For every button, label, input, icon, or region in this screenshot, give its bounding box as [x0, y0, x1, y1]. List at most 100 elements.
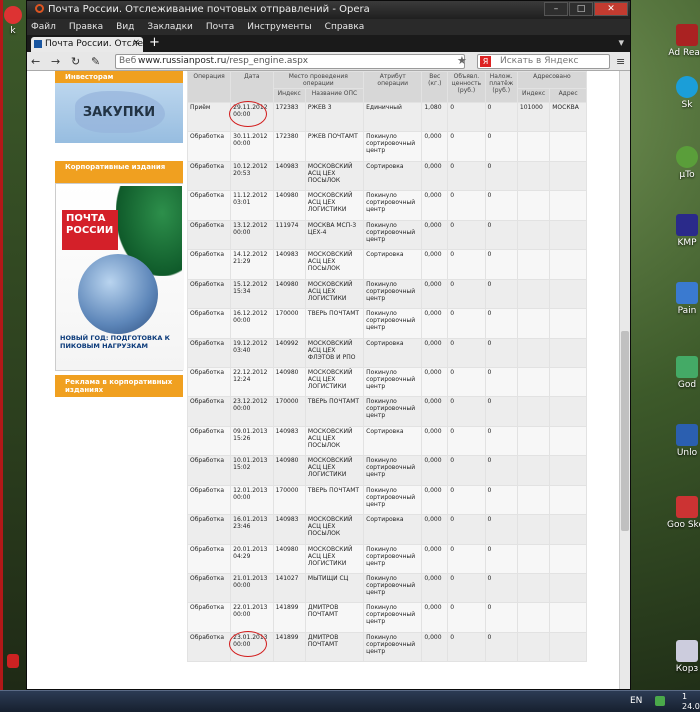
- cell-attr: Сортировка: [363, 160, 423, 192]
- cell-index: 140992: [272, 337, 306, 368]
- cell-date: 23.12.2012 00:00: [230, 396, 274, 427]
- forward-button[interactable]: →: [51, 55, 60, 68]
- site-security-badge[interactable]: Веб: [119, 56, 136, 66]
- menu-edit[interactable]: Правка: [69, 22, 103, 32]
- cell-weight: 0,000: [421, 631, 449, 663]
- investors-link[interactable]: Инвесторам: [55, 71, 183, 83]
- cell-declared: 0: [447, 249, 486, 280]
- acrobat-reader-icon: [676, 24, 698, 46]
- cell-index: 140980: [272, 455, 306, 486]
- cell-addr-index: [516, 190, 551, 221]
- menu-file[interactable]: Файл: [31, 22, 56, 32]
- edit-site-button[interactable]: ✎: [91, 55, 100, 68]
- cell-declared: 0: [447, 131, 486, 162]
- desktop-icon[interactable]: God: [667, 356, 700, 390]
- desktop-icon-label: k: [10, 26, 16, 36]
- procurement-banner[interactable]: ЗАКУПКИ: [55, 83, 183, 143]
- back-button[interactable]: ←: [31, 55, 40, 68]
- tab-list-icon[interactable]: ▾: [618, 36, 624, 49]
- cell-attr: Покинуло сортировочный центр: [363, 631, 423, 663]
- col-weight: Вес (кг.): [421, 71, 449, 103]
- desktop-icon[interactable]: k: [0, 6, 26, 36]
- yandex-icon[interactable]: Я: [480, 56, 491, 67]
- cell-op: Обработка: [186, 190, 232, 221]
- cell-addr-index: [516, 484, 551, 516]
- magazine-poster[interactable]: ПОЧТА РОССИИ НОВЫЙ ГОД: ПОДГОТОВКА К ПИК…: [55, 183, 184, 371]
- desktop-icon[interactable]: [0, 654, 26, 670]
- cell-declared: 0: [447, 396, 486, 427]
- desktop-icon-label: Unlo: [676, 448, 698, 458]
- cell-name: МОСКОВСКИЙ АСЦ ЦЕХ ПОСЫЛОК: [304, 249, 365, 280]
- cell-addr-index: [516, 602, 551, 633]
- cell-attr: Покинуло сортировочный центр: [363, 602, 423, 633]
- cell-date: 22.01.2013 00:00: [230, 602, 274, 633]
- cell-weight: 0,000: [421, 484, 449, 516]
- cell-attr: Покинуло сортировочный центр: [363, 219, 423, 251]
- cell-cod: 0: [484, 219, 518, 251]
- scrollbar-thumb[interactable]: [621, 331, 629, 531]
- cell-op: Обработка: [186, 278, 232, 310]
- cell-addr: [549, 455, 587, 486]
- cell-addr-index: [516, 219, 551, 251]
- desktop-icon[interactable]: Unlo: [667, 424, 700, 458]
- cell-date: 15.12.2012 15:34: [230, 278, 274, 310]
- tray-clock[interactable]: 1 24.0: [682, 692, 700, 712]
- cell-op: Обработка: [186, 160, 232, 192]
- menu-tools[interactable]: Инструменты: [247, 22, 311, 32]
- col-date: Дата: [230, 71, 274, 103]
- reload-button[interactable]: ↻: [71, 55, 80, 68]
- close-button[interactable]: ✕: [594, 2, 628, 16]
- cell-declared: 0: [447, 631, 486, 663]
- cell-name: ДМИТРОВ ПОЧТАМТ: [304, 631, 365, 663]
- cell-cod: 0: [484, 631, 518, 663]
- corporate-publications-link[interactable]: Корпоративные издания: [55, 161, 183, 183]
- cell-addr: [549, 514, 587, 545]
- tray-flag-icon[interactable]: [655, 696, 665, 706]
- menu-view[interactable]: Вид: [116, 22, 134, 32]
- bookmark-star-icon[interactable]: ★: [457, 54, 467, 67]
- cell-addr: [549, 484, 587, 516]
- cell-attr: Покинуло сортировочный центр: [363, 131, 423, 162]
- desktop-icon[interactable]: µTo: [667, 146, 700, 180]
- cell-addr-index: [516, 160, 551, 192]
- tab-close-button[interactable]: ×: [132, 38, 140, 48]
- desktop-icon[interactable]: Sk: [667, 76, 700, 110]
- cell-index: 141899: [272, 602, 306, 633]
- cell-weight: 0,000: [421, 366, 449, 398]
- extensions-menu-icon[interactable]: ≡: [616, 55, 625, 68]
- language-indicator[interactable]: EN: [630, 696, 642, 706]
- cell-date: 30.11.2012 00:00: [230, 131, 274, 162]
- title-bar[interactable]: Почта России. Отслеживание почтовых отпр…: [27, 1, 630, 19]
- menu-help[interactable]: Справка: [325, 22, 365, 32]
- menu-mail[interactable]: Почта: [206, 22, 234, 32]
- cell-addr-index: [516, 514, 551, 545]
- minimize-button[interactable]: –: [544, 2, 568, 16]
- address-bar[interactable]: Веб www.russianpost.ru/resp_engine.aspx: [115, 54, 465, 69]
- cell-date: 13.12.2012 00:00: [230, 219, 274, 251]
- cell-attr: Покинуло сортировочный центр: [363, 543, 423, 575]
- maximize-button[interactable]: □: [569, 2, 593, 16]
- desktop-icon-label: God: [677, 380, 697, 390]
- address-host: www.russianpost.ru: [138, 56, 227, 66]
- advertising-link[interactable]: Реклама в корпоративных изданиях: [55, 375, 183, 397]
- search-field[interactable]: Я Искать в Яндекс: [477, 54, 610, 69]
- cell-declared: 0: [447, 425, 486, 457]
- desktop-icon[interactable]: KMP: [667, 214, 700, 248]
- cell-weight: 0,000: [421, 602, 449, 633]
- cell-date: 29.11.2012 00:00: [229, 101, 274, 133]
- tab-russianpost[interactable]: Почта России. Отсле... ×: [31, 37, 143, 52]
- col-address: Адрес: [549, 88, 587, 103]
- search-placeholder: Искать в Яндекс: [500, 56, 579, 66]
- page-scrollbar[interactable]: [619, 71, 630, 689]
- desktop-icon[interactable]: Корз: [667, 640, 700, 674]
- paint-icon: [676, 282, 698, 304]
- desktop-icon[interactable]: Ad Read: [667, 24, 700, 58]
- cell-cod: 0: [484, 396, 518, 427]
- desktop-icon[interactable]: Goo Sketc: [667, 496, 700, 530]
- cell-index: 140983: [272, 160, 306, 192]
- desktop-icon[interactable]: Pain: [667, 282, 700, 316]
- cell-declared: 0: [447, 514, 486, 545]
- new-tab-button[interactable]: +: [149, 36, 160, 50]
- menu-bookmarks[interactable]: Закладки: [147, 22, 193, 32]
